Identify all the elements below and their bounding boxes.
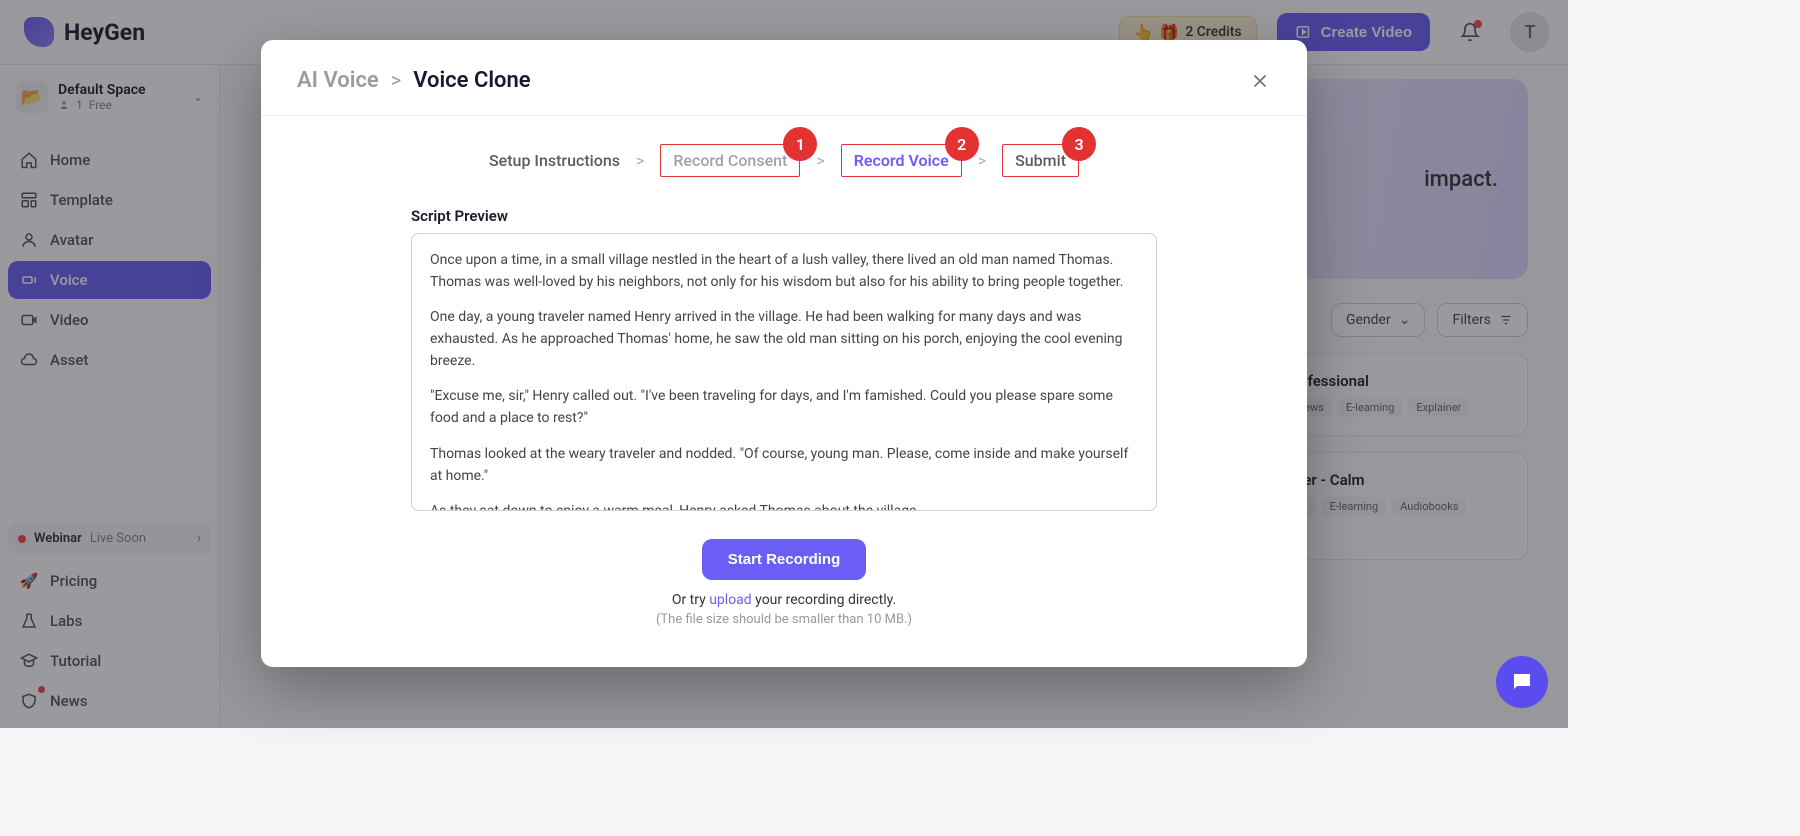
- step-record[interactable]: Record Voice 2: [841, 144, 962, 177]
- script-preview-box[interactable]: Once upon a time, in a small village nes…: [411, 233, 1157, 511]
- chat-icon: [1510, 670, 1534, 694]
- step-separator: >: [978, 151, 986, 170]
- start-recording-button[interactable]: Start Recording: [702, 539, 867, 580]
- step-separator: >: [636, 151, 644, 170]
- or-try-text: Or try: [672, 592, 709, 608]
- title-prefix: AI Voice: [297, 68, 379, 93]
- step-consent[interactable]: Record Consent 1: [660, 144, 800, 177]
- chat-support-button[interactable]: [1496, 656, 1548, 708]
- modal-overlay[interactable]: AI Voice > Voice Clone Setup Instruction…: [0, 0, 1568, 728]
- step-setup: Setup Instructions: [489, 151, 620, 170]
- script-paragraph: "Excuse me, sir," Henry called out. "I'v…: [430, 386, 1138, 429]
- upload-line: Or try upload your recording directly.: [411, 592, 1157, 608]
- script-paragraph: Once upon a time, in a small village nes…: [430, 250, 1138, 293]
- step-record-label: Record Voice: [854, 151, 949, 170]
- step-consent-label: Record Consent: [673, 151, 787, 170]
- close-button[interactable]: [1249, 70, 1271, 92]
- upload-link[interactable]: upload: [709, 592, 751, 608]
- step-badge-3: 3: [1062, 127, 1096, 161]
- step-badge-2: 2: [945, 127, 979, 161]
- modal-title: AI Voice > Voice Clone: [297, 68, 531, 93]
- step-separator: >: [816, 151, 824, 170]
- close-icon: [1249, 70, 1271, 92]
- file-size-note: (The file size should be smaller than 10…: [411, 612, 1157, 627]
- modal-body: Script Preview Once upon a time, in a sm…: [261, 187, 1307, 627]
- step-submit[interactable]: Submit 3: [1002, 144, 1079, 177]
- title-main: Voice Clone: [413, 68, 530, 93]
- step-badge-1: 1: [783, 127, 817, 161]
- script-paragraph: As they sat down to enjoy a warm meal, H…: [430, 501, 1138, 511]
- steps-row: Setup Instructions > Record Consent 1 > …: [261, 116, 1307, 187]
- modal-header: AI Voice > Voice Clone: [261, 40, 1307, 116]
- script-paragraph: Thomas looked at the weary traveler and …: [430, 444, 1138, 487]
- step-submit-label: Submit: [1015, 151, 1066, 170]
- title-separator: >: [391, 68, 401, 92]
- script-paragraph: One day, a young traveler named Henry ar…: [430, 307, 1138, 372]
- script-preview-label: Script Preview: [411, 207, 1157, 225]
- voice-clone-modal: AI Voice > Voice Clone Setup Instruction…: [261, 40, 1307, 667]
- after-upload-text: your recording directly.: [752, 592, 896, 608]
